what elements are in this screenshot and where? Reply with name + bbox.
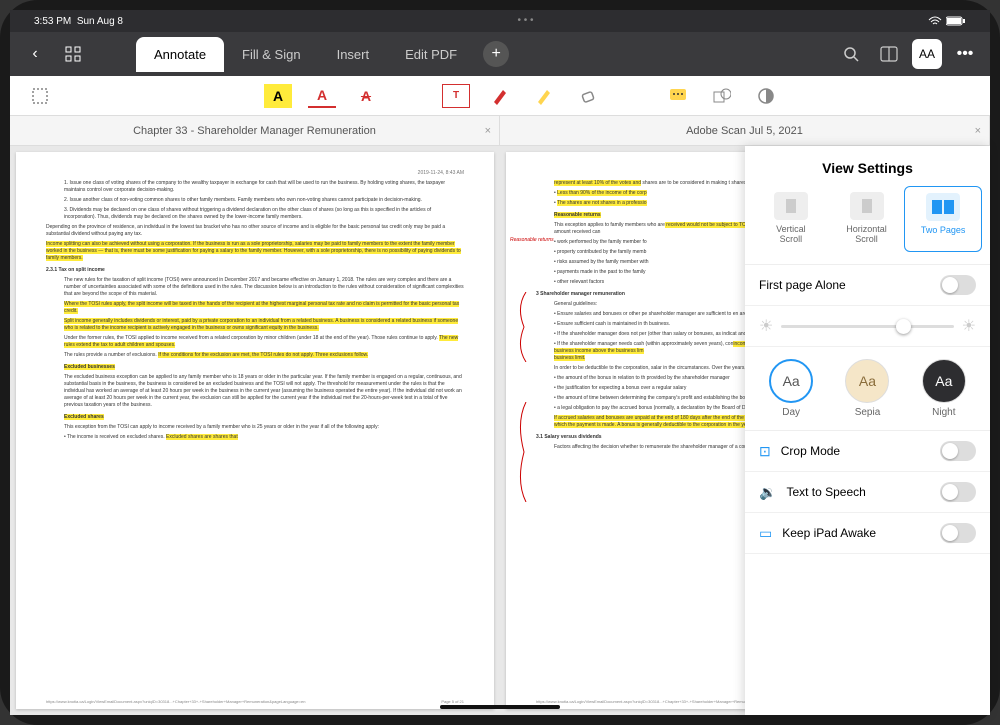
underline-tool[interactable]: A bbox=[308, 84, 336, 108]
redact-tool[interactable] bbox=[752, 84, 780, 108]
select-tool[interactable] bbox=[26, 84, 54, 108]
awake-toggle[interactable] bbox=[940, 523, 976, 543]
tts-row: 🔉Text to Speech bbox=[745, 472, 990, 513]
document-area[interactable]: 2019-11-24, 8:43 AM 1. Issue one class o… bbox=[10, 146, 990, 715]
first-page-alone-row: First page Alone bbox=[745, 265, 990, 306]
status-bar: 3:53 PM Sun Aug 8 • • • bbox=[10, 10, 990, 32]
home-indicator[interactable] bbox=[440, 705, 560, 709]
layout-vertical-scroll[interactable]: VerticalScroll bbox=[753, 186, 829, 252]
layout-two-pages[interactable]: Two Pages bbox=[904, 186, 982, 252]
grid-button[interactable] bbox=[58, 39, 88, 69]
tts-toggle[interactable] bbox=[940, 482, 976, 502]
speaker-icon: 🔉 bbox=[759, 484, 776, 501]
tab-insert[interactable]: Insert bbox=[319, 37, 388, 72]
pen-tool[interactable] bbox=[486, 84, 514, 108]
bracket-annotation bbox=[516, 402, 530, 502]
keep-awake-row: ▭Keep iPad Awake bbox=[745, 513, 990, 554]
theme-night[interactable]: Aa Night bbox=[922, 359, 966, 418]
brightness-row: ☀ ☀ bbox=[745, 306, 990, 347]
theme-sepia[interactable]: Aa Sepia bbox=[845, 359, 889, 418]
crop-toggle[interactable] bbox=[940, 441, 976, 461]
brightness-high-icon: ☀ bbox=[962, 316, 976, 336]
crop-mode-row: ⊡Crop Mode bbox=[745, 431, 990, 472]
mode-tabs: Annotate Fill & Sign Insert Edit PDF + bbox=[136, 37, 509, 72]
highlight-tool[interactable]: A bbox=[264, 84, 292, 108]
annotate-toolbar: A A A T bbox=[10, 76, 990, 116]
text-box-tool[interactable]: T bbox=[442, 84, 470, 108]
theme-day[interactable]: Aa Day bbox=[769, 359, 813, 418]
brightness-low-icon: ☀ bbox=[759, 316, 773, 336]
doc-tab-2[interactable]: Adobe Scan Jul 5, 2021× bbox=[500, 116, 990, 145]
add-tab-button[interactable]: + bbox=[483, 41, 509, 67]
first-page-toggle[interactable] bbox=[940, 275, 976, 295]
panel-title: View Settings bbox=[745, 146, 990, 186]
tab-annotate[interactable]: Annotate bbox=[136, 37, 224, 72]
tab-fill-sign[interactable]: Fill & Sign bbox=[224, 37, 319, 72]
marker-tool[interactable] bbox=[530, 84, 558, 108]
layout-horizontal-scroll[interactable]: HorizontalScroll bbox=[829, 186, 905, 252]
tab-edit-pdf[interactable]: Edit PDF bbox=[387, 37, 475, 72]
brightness-slider[interactable] bbox=[781, 325, 953, 328]
shape-tool[interactable] bbox=[708, 84, 736, 108]
note-tool[interactable] bbox=[664, 84, 692, 108]
bookmark-button[interactable] bbox=[874, 39, 904, 69]
close-icon[interactable]: × bbox=[485, 125, 491, 137]
document-tabs: Chapter 33 - Shareholder Manager Remuner… bbox=[10, 116, 990, 146]
view-settings-button[interactable]: AA bbox=[912, 39, 942, 69]
eraser-tool[interactable] bbox=[574, 84, 602, 108]
view-settings-panel: View Settings VerticalScroll HorizontalS… bbox=[745, 146, 990, 715]
more-button[interactable]: ••• bbox=[950, 39, 980, 69]
top-bar: ‹ Annotate Fill & Sign Insert Edit PDF +… bbox=[10, 32, 990, 76]
wifi-icon bbox=[928, 16, 942, 26]
battery-icon bbox=[946, 16, 966, 26]
bracket-annotation bbox=[516, 292, 530, 362]
crop-icon: ⊡ bbox=[759, 443, 771, 460]
back-button[interactable]: ‹ bbox=[20, 39, 50, 69]
handwritten-annotation: Reasonable returns bbox=[510, 237, 554, 244]
doc-tab-1[interactable]: Chapter 33 - Shareholder Manager Remuner… bbox=[10, 116, 500, 145]
tablet-icon: ▭ bbox=[759, 525, 772, 542]
strikethrough-tool[interactable]: A bbox=[352, 84, 380, 108]
page-left: 2019-11-24, 8:43 AM 1. Issue one class o… bbox=[16, 152, 494, 709]
search-button[interactable] bbox=[836, 39, 866, 69]
close-icon[interactable]: × bbox=[975, 125, 981, 137]
